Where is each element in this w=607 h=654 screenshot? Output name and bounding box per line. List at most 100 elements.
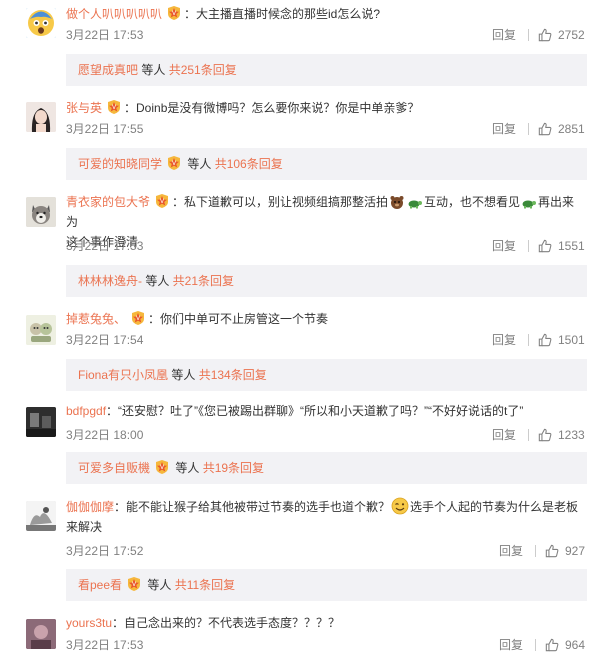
reply-button[interactable]: 回复 — [492, 26, 516, 44]
sub-reply-user[interactable]: 看pee看 — [78, 578, 122, 592]
comment-time: 3月22日 17:53 — [66, 638, 144, 652]
vip-badge-icon — [125, 576, 143, 592]
like-button[interactable]: 2851 — [538, 120, 585, 138]
comment-username[interactable]: bdfpgdf — [66, 404, 106, 418]
comment-text: ：“还安慰？吐了”《您已被踢出群聊》“所以和小天道歉了吗？”“不好好说话的t了” — [106, 404, 524, 418]
turtle-emoji-icon — [522, 200, 537, 209]
thumbs-up-icon — [538, 28, 552, 42]
sub-replies-box[interactable]: 愿望成真吧 等人 共251条回复 — [66, 54, 587, 86]
comment-text: 互动，也不想看见 — [424, 195, 521, 209]
like-button[interactable]: 2752 — [538, 26, 585, 44]
like-count: 1233 — [558, 428, 585, 442]
sub-replies-box[interactable]: Fiona有只小凤凰 等人 共134条回复 — [66, 359, 587, 391]
thumbs-up-icon — [538, 122, 552, 136]
divider — [535, 545, 536, 557]
turtle-emoji-icon — [408, 200, 423, 209]
divider — [528, 123, 529, 135]
sub-reply-count[interactable]: 共19条回复 — [203, 461, 264, 475]
avatar[interactable] — [26, 8, 56, 38]
sub-reply-user[interactable]: 可爱多自贩機 — [78, 461, 150, 475]
reply-button[interactable]: 回复 — [492, 120, 516, 138]
scared-face-icon — [26, 8, 56, 38]
bear-emoji-icon — [390, 196, 404, 209]
sub-reply-count[interactable]: 共106条回复 — [215, 157, 283, 171]
reply-button[interactable]: 回复 — [492, 237, 516, 255]
sub-reply-count[interactable]: 共251条回复 — [169, 63, 237, 77]
vip-badge-icon — [129, 310, 147, 326]
sub-reply-count[interactable]: 共134条回复 — [199, 368, 267, 382]
dark-avatar-icon — [26, 407, 56, 437]
cartoon-avatar-icon — [26, 315, 56, 345]
like-count: 2851 — [558, 122, 585, 136]
user-photo-icon — [26, 102, 56, 132]
divider — [528, 240, 529, 252]
reply-button[interactable]: 回复 — [492, 426, 516, 444]
comment-time: 3月22日 17:53 — [66, 28, 144, 42]
comment-text: ：能不能让猴子给其他被带过节奏的选手也道个歉？ — [114, 500, 391, 514]
sketch-avatar-icon — [26, 501, 56, 531]
sub-reply-user[interactable]: 林林林逸舟- — [78, 274, 142, 288]
divider — [528, 334, 529, 346]
comment-username[interactable]: 做个人叭叭叭叭叭 — [66, 7, 162, 21]
sub-reply-text: 等人 — [138, 63, 169, 77]
sub-replies-box[interactable]: 林林林逸舟- 等人 共21条回复 — [66, 265, 587, 297]
avatar[interactable] — [26, 102, 56, 132]
thumbs-up-icon — [545, 638, 559, 652]
comment-text: 选手个人起的节奏为什么是老板 — [410, 500, 579, 514]
comment-text: ：自己念出来的？不代表选手态度？？？？ — [112, 616, 341, 630]
comment-text: ：你们中单可不止房管这一个节奏 — [148, 312, 329, 326]
avatar[interactable] — [26, 407, 56, 437]
like-button[interactable]: 927 — [545, 542, 585, 560]
divider — [528, 29, 529, 41]
sub-reply-user[interactable]: 愿望成真吧 — [78, 63, 138, 77]
avatar[interactable] — [26, 619, 56, 649]
comment-username[interactable]: 掉惹兔兔、 — [66, 312, 126, 326]
comment-time: 3月22日 17:53 — [66, 239, 144, 253]
divider — [528, 429, 529, 441]
sub-replies-box[interactable]: 可爱的知晓同学 等人 共106条回复 — [66, 148, 587, 180]
wink-emoji-icon — [391, 497, 409, 515]
sub-reply-user[interactable]: 可爱的知晓同学 — [78, 157, 162, 171]
avatar[interactable] — [26, 197, 56, 227]
comment-username[interactable]: yours3tu — [66, 616, 112, 630]
like-count: 1551 — [558, 239, 585, 253]
vip-badge-icon — [165, 155, 183, 171]
comment-text: ：大主播直播时候念的那些id怎么说? — [184, 7, 381, 21]
dog-avatar-icon — [26, 197, 56, 227]
comment-time: 3月22日 17:55 — [66, 122, 144, 136]
like-button[interactable]: 964 — [545, 636, 585, 654]
comment-text: 来解决 — [66, 520, 103, 534]
reply-button[interactable]: 回复 — [492, 331, 516, 349]
vip-badge-icon — [153, 459, 171, 475]
comment-time: 3月22日 17:52 — [66, 544, 144, 558]
sub-replies-box[interactable]: 可爱多自贩機 等人 共19条回复 — [66, 452, 587, 484]
thumbs-up-icon — [538, 333, 552, 347]
vip-badge-icon — [165, 5, 183, 21]
comment-username[interactable]: 张与英 — [66, 101, 102, 115]
reply-button[interactable]: 回复 — [499, 542, 523, 560]
comment-username[interactable]: 伽伽伽摩 — [66, 500, 114, 514]
sub-reply-text: 等人 — [184, 157, 215, 171]
thumbs-up-icon — [538, 239, 552, 253]
comment-text: ：私下道歉可以，别让视频组搞那整活拍 — [172, 195, 389, 209]
divider — [535, 639, 536, 651]
avatar[interactable] — [26, 315, 56, 345]
avatar[interactable] — [26, 501, 56, 531]
comment-text: ：Doinb是没有微博吗？怎么要你来说？你是中单亲爹？ — [124, 101, 420, 115]
sub-reply-count[interactable]: 共11条回复 — [175, 578, 235, 592]
reply-button[interactable]: 回复 — [499, 636, 523, 654]
sub-reply-text: 等人 — [144, 578, 175, 592]
sub-replies-box[interactable]: 看pee看 等人 共11条回复 — [66, 569, 587, 601]
vip-badge-icon — [153, 193, 171, 209]
like-button[interactable]: 1501 — [538, 331, 585, 349]
sub-reply-text: 等人 — [168, 368, 199, 382]
like-count: 2752 — [558, 28, 585, 42]
like-button[interactable]: 1233 — [538, 426, 585, 444]
like-count: 1501 — [558, 333, 585, 347]
sub-reply-user[interactable]: Fiona有只小凤凰 — [78, 368, 168, 382]
like-button[interactable]: 1551 — [538, 237, 585, 255]
thumbs-up-icon — [545, 544, 559, 558]
comment-username[interactable]: 青衣家的包大爷 — [66, 195, 150, 209]
sub-reply-count[interactable]: 共21条回复 — [173, 274, 234, 288]
user-photo-icon — [26, 619, 56, 649]
